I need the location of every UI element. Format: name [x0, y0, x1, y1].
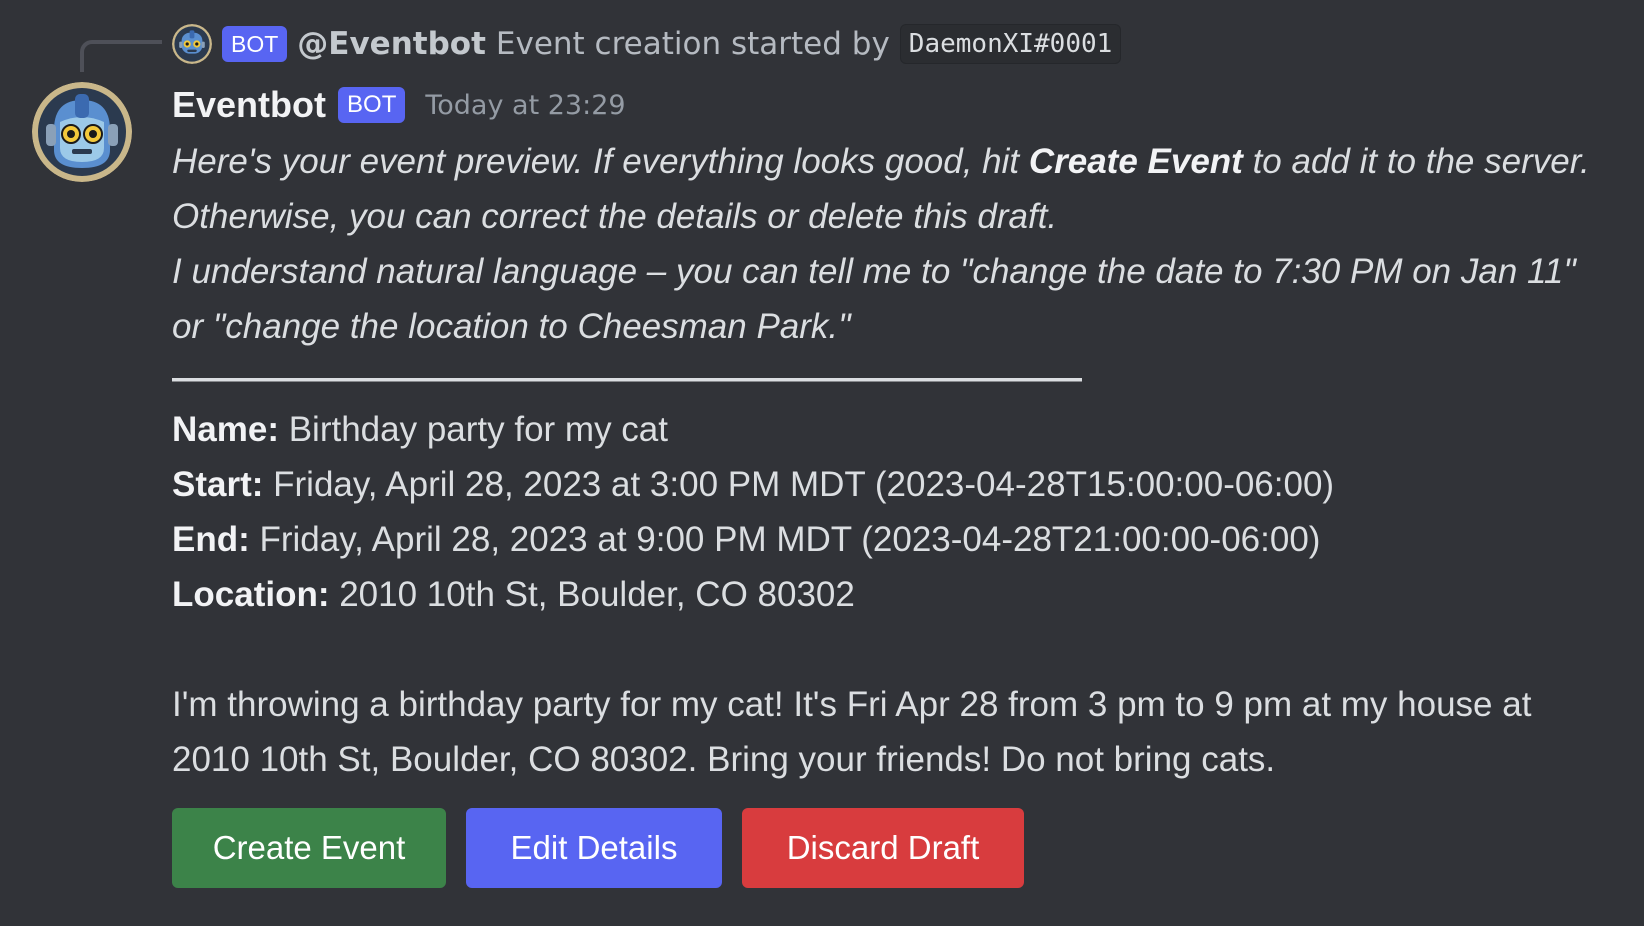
action-buttons: Create Event Edit Details Discard Draft	[172, 808, 1024, 888]
edit-details-button[interactable]: Edit Details	[466, 808, 722, 888]
reply-author-mention[interactable]: @Eventbot	[297, 26, 486, 62]
field-end: End: Friday, April 28, 2023 at 9:00 PM M…	[172, 512, 1612, 567]
field-start-label: Start:	[172, 465, 264, 504]
field-start-value: Friday, April 28, 2023 at 3:00 PM MDT (2…	[263, 465, 1335, 504]
message-header: Eventbot BOT Today at 23:29	[172, 82, 626, 128]
field-start: Start: Friday, April 28, 2023 at 3:00 PM…	[172, 457, 1612, 512]
message-content: Here's your event preview. If everything…	[172, 134, 1612, 787]
field-name-value: Birthday party for my cat	[278, 410, 669, 449]
field-location: Location: 2010 10th St, Boulder, CO 8030…	[172, 567, 1612, 622]
field-end-label: End:	[172, 520, 250, 559]
reply-connector-line	[80, 40, 162, 72]
field-name-label: Name:	[172, 410, 279, 449]
event-description: I'm throwing a birthday party for my cat…	[172, 685, 1532, 779]
intro-line2: I understand natural language – you can …	[172, 252, 1576, 346]
reply-reference[interactable]: BOT @Eventbot Event creation started by …	[172, 24, 1122, 64]
reply-user-code: DaemonXI#0001	[899, 24, 1122, 64]
intro-part1: Here's your event preview. If everything…	[172, 142, 1029, 181]
field-name: Name: Birthday party for my cat	[172, 402, 1612, 457]
robot-avatar-icon[interactable]	[172, 24, 212, 64]
username[interactable]: Eventbot	[172, 84, 326, 126]
divider-line: ————————————————————————————————————————…	[172, 358, 1082, 397]
field-location-label: Location:	[172, 575, 330, 614]
create-event-button[interactable]: Create Event	[172, 808, 446, 888]
intro-text: Here's your event preview. If everything…	[172, 134, 1612, 354]
robot-avatar-icon[interactable]	[32, 82, 132, 182]
reply-bot-tag: BOT	[222, 26, 288, 62]
intro-bold: Create Event	[1028, 142, 1243, 181]
message-timestamp[interactable]: Today at 23:29	[425, 90, 625, 121]
reply-text: Event creation started by	[495, 26, 890, 62]
field-location-value: 2010 10th St, Boulder, CO 80302	[329, 575, 855, 614]
discard-draft-button[interactable]: Discard Draft	[742, 808, 1024, 888]
bot-tag: BOT	[338, 87, 406, 123]
intro-paragraph: Here's your event preview. If everything…	[172, 134, 1612, 244]
field-end-value: Friday, April 28, 2023 at 9:00 PM MDT (2…	[249, 520, 1321, 559]
